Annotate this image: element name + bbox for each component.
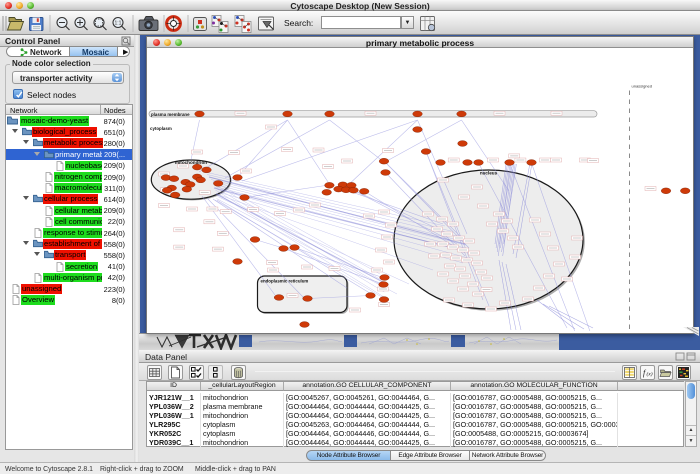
svg-text:cytoplasm: cytoplasm (150, 126, 172, 131)
svg-text:plasma membrane: plasma membrane (151, 112, 190, 117)
svg-text:mitochondrion: mitochondrion (175, 160, 207, 165)
svg-text:(x): (x) (647, 371, 653, 378)
svg-text:endoplasmic reticulum: endoplasmic reticulum (261, 279, 309, 284)
svg-text:1:1: 1:1 (115, 21, 122, 27)
svg-text:unassigned: unassigned (632, 84, 652, 89)
svg-text:nucleus: nucleus (480, 171, 498, 176)
